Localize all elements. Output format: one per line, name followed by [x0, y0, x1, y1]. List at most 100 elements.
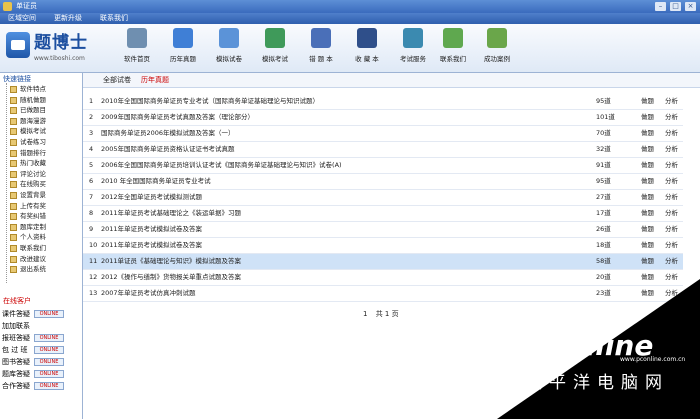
toolbar-button-past-exams[interactable]: 历年真题: [160, 27, 206, 69]
online-status-icon[interactable]: ONLINE: [34, 382, 64, 390]
analyze-link[interactable]: 分析: [665, 254, 678, 269]
service-row[interactable]: 报班答疑 ONLINE: [2, 333, 80, 343]
analyze-link[interactable]: 分析: [665, 190, 678, 205]
online-status-icon[interactable]: ONLINE: [34, 346, 64, 354]
close-icon[interactable]: ×: [685, 2, 696, 11]
menu-item-update[interactable]: 更新升级: [54, 14, 82, 23]
exam-row[interactable]: 3 国际商务单证员2006年模拟试题及答案（一） 70道 做题 分析: [83, 126, 683, 142]
exam-name[interactable]: 2012年全国单证员考试模拟测试题: [101, 190, 202, 205]
exam-row[interactable]: 4 2005年国际商务单证员资格认证证书考试真题 32道 做题 分析: [83, 142, 683, 158]
exam-name[interactable]: 2005年国际商务单证员资格认证证书考试真题: [101, 142, 235, 157]
toolbar-button-home[interactable]: 软件首页: [114, 27, 160, 69]
exam-name[interactable]: 国际商务单证员2006年模拟试题及答案（一）: [101, 126, 235, 141]
minimize-icon[interactable]: –: [655, 2, 666, 11]
menu-item-contact[interactable]: 联系我们: [100, 14, 128, 23]
maximize-icon[interactable]: □: [670, 2, 681, 11]
tab-all-papers[interactable]: 全部试卷: [103, 76, 131, 85]
exam-name[interactable]: 2011单证员《基础理论与知识》模拟试题及答案: [101, 254, 241, 269]
service-row[interactable]: 包 过 班 ONLINE: [2, 345, 80, 355]
analyze-link[interactable]: 分析: [665, 126, 678, 141]
exam-number: 8: [89, 209, 94, 217]
online-status-icon[interactable]: ONLINE: [34, 310, 64, 318]
service-row[interactable]: 课件答疑 ONLINE: [2, 309, 80, 319]
exam-row[interactable]: 10 2011年单证员考试模拟试卷及答案 18道 做题 分析: [83, 238, 683, 254]
exam-row[interactable]: 6 2010 年全国国际商务单证员专业考试 95道 做题 分析: [83, 174, 683, 190]
folder-icon: [10, 255, 17, 263]
exam-name[interactable]: 2011年单证员考试模拟试卷及答案: [101, 238, 202, 253]
service-row[interactable]: 图书答疑 ONLINE: [2, 357, 80, 367]
exam-row[interactable]: 5 2006年全国国际商务单证员培训认证考试《国际商务单证基础理论与知识》试卷(A…: [83, 158, 683, 174]
toolbar-button-label: 模拟试卷: [216, 55, 242, 63]
toolbar-button-mock-paper[interactable]: 模拟试卷: [206, 27, 252, 69]
toolbar-button-label: 成功案例: [484, 55, 510, 63]
question-count: 26道: [596, 225, 611, 233]
folder-icon: [10, 213, 17, 221]
folder-icon: [10, 192, 17, 199]
toolbar-button-cases[interactable]: 成功案例: [474, 27, 520, 69]
exam-name[interactable]: 2009年国际商务单证员考试真题及答案（理论部分）: [101, 110, 254, 125]
do-exam-link[interactable]: 做题: [641, 190, 654, 205]
analyze-link[interactable]: 分析: [665, 142, 678, 157]
exam-row[interactable]: 9 2011年单证员考试模拟试卷及答案 26道 做题 分析: [83, 222, 683, 238]
exam-row[interactable]: 7 2012年全国单证员考试模拟测试题 27道 做题 分析: [83, 190, 683, 206]
question-count: 70道: [596, 129, 611, 137]
sidebar-item-label: 错题排行: [20, 148, 46, 157]
exam-name[interactable]: 2010 年全国国际商务单证员专业考试: [101, 174, 211, 189]
analyze-link[interactable]: 分析: [665, 238, 678, 253]
toolbar-button-mock-exam[interactable]: 模拟考试: [252, 27, 298, 69]
exam-name[interactable]: 2010年全国国际商务单证员专业考试（国际商务单证基础理论与知识试题）: [101, 94, 319, 109]
analyze-link[interactable]: 分析: [665, 158, 678, 173]
service-row[interactable]: 题库答疑 ONLINE: [2, 369, 80, 379]
exam-row[interactable]: 8 2011年单证员考试基础理论之《装运单据》习题 17道 做题 分析: [83, 206, 683, 222]
question-count: 95道: [596, 177, 611, 185]
do-exam-link[interactable]: 做题: [641, 142, 654, 157]
do-exam-link[interactable]: 做题: [641, 206, 654, 221]
sidebar-item-label: 试卷练习: [20, 138, 46, 146]
exam-name[interactable]: 2012《操作与缮制》货物报关单重点试题及答案: [101, 270, 241, 285]
exam-number: 9: [89, 225, 94, 233]
app-icon: [3, 2, 12, 11]
exam-row[interactable]: 2 2009年国际商务单证员考试真题及答案（理论部分） 101道 做题 分析: [83, 110, 683, 126]
analyze-link[interactable]: 分析: [665, 94, 678, 109]
do-exam-link[interactable]: 做题: [641, 94, 654, 109]
service-row[interactable]: 合作答疑 ONLINE: [2, 381, 80, 391]
do-exam-link[interactable]: 做题: [641, 126, 654, 141]
analyze-link[interactable]: 分析: [665, 174, 678, 189]
exam-name[interactable]: 2011年单证员考试模拟试卷及答案: [101, 222, 202, 237]
exam-name[interactable]: 2007年单证员考试仿真冲刺试题: [101, 286, 196, 301]
toolbar-button-contact[interactable]: 联系我们: [430, 27, 476, 69]
exam-row[interactable]: 1 2010年全国国际商务单证员专业考试（国际商务单证基础理论与知识试题） 95道 做…: [83, 94, 683, 110]
online-status-icon[interactable]: ONLINE: [34, 370, 64, 378]
menu-item-area[interactable]: 区域空间: [8, 14, 36, 23]
do-exam-link[interactable]: 做题: [641, 238, 654, 253]
service-row-label: 包 过 班: [2, 346, 28, 354]
pager-current[interactable]: 1: [363, 310, 367, 318]
do-exam-link[interactable]: 做题: [641, 254, 654, 269]
folder-icon: [10, 96, 17, 104]
sidebar-item-label: 随机做题: [20, 95, 46, 104]
analyze-link[interactable]: 分析: [665, 206, 678, 221]
exam-row[interactable]: 11 2011单证员《基础理论与知识》模拟试题及答案 58道 做题 分析: [83, 254, 683, 270]
online-status-icon[interactable]: ONLINE: [34, 334, 64, 342]
do-exam-link[interactable]: 做题: [641, 174, 654, 189]
do-exam-link[interactable]: 做题: [641, 158, 654, 173]
toolbar-button-wrong-book[interactable]: 错 题 本: [298, 27, 344, 69]
do-exam-link[interactable]: 做题: [641, 110, 654, 125]
analyze-link[interactable]: 分析: [665, 222, 678, 237]
service-row[interactable]: 加加联系: [2, 321, 80, 331]
online-status-icon[interactable]: ONLINE: [34, 358, 64, 366]
exam-name[interactable]: 2011年单证员考试基础理论之《装运单据》习题: [101, 206, 241, 221]
toolbar-button-favorites[interactable]: 收 藏 本: [344, 27, 390, 69]
pager: 1 共 1 页: [363, 309, 405, 319]
tab-past-exams[interactable]: 历年真题: [141, 76, 169, 85]
pager-total: 共 1 页: [375, 310, 399, 318]
do-exam-link[interactable]: 做题: [641, 222, 654, 237]
exam-number: 12: [89, 273, 98, 281]
exam-name[interactable]: 2006年全国国际商务单证员培训认证考试《国际商务单证基础理论与知识》试卷(A): [101, 158, 342, 173]
exam-number: 3: [89, 129, 94, 137]
analyze-link[interactable]: 分析: [665, 110, 678, 125]
exam-number: 10: [89, 241, 98, 249]
folder-icon: [10, 149, 17, 157]
exam-number: 5: [89, 161, 94, 169]
service-row-label: 题库答疑: [2, 370, 30, 378]
